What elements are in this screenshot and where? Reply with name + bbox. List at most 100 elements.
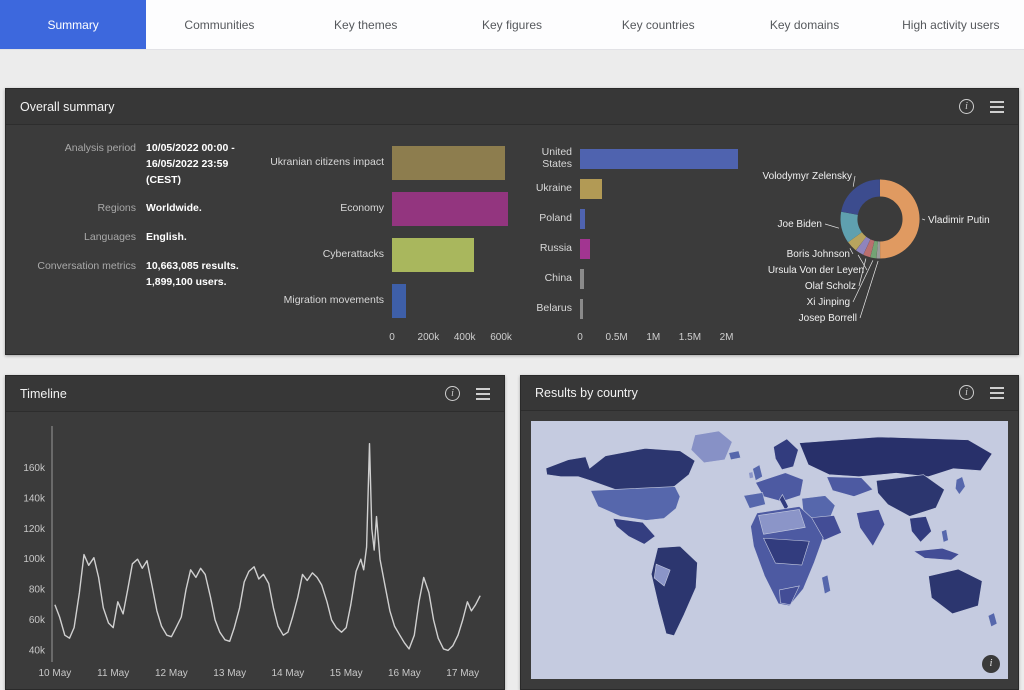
field-row: Conversation metrics 10,663,085 results.…	[24, 259, 264, 291]
bar-row: Belarus	[512, 294, 750, 324]
map-region-scandinavia[interactable]	[773, 439, 798, 470]
donut-slice[interactable]	[855, 237, 861, 243]
bar-track	[580, 264, 750, 294]
donut-slice[interactable]	[850, 188, 880, 213]
x-axis-tick: 16 May	[388, 668, 421, 679]
x-axis: 00.5M1M1.5M2M	[580, 330, 750, 346]
bar-row: United States	[512, 144, 750, 174]
tab-key-countries[interactable]: Key countries	[585, 0, 731, 49]
map-region-southeast-asia[interactable]	[910, 516, 932, 542]
panel-title: Timeline	[20, 387, 67, 401]
panel-icons: i	[959, 99, 1004, 114]
bar-track	[580, 234, 750, 264]
map-region-greenland[interactable]	[691, 431, 732, 463]
tab-key-figures[interactable]: Key figures	[439, 0, 585, 49]
donut-slice[interactable]	[872, 249, 877, 250]
info-icon[interactable]: i	[445, 386, 460, 401]
panel-icons: i	[959, 385, 1004, 400]
field-label: Analysis period	[24, 141, 136, 188]
bar-category-label: Ukraine	[512, 183, 580, 195]
bar-category-label: Economy	[264, 203, 392, 215]
panel-title: Overall summary	[20, 100, 114, 114]
tab-high-activity-users[interactable]: High activity users	[878, 0, 1024, 49]
map-region-ireland[interactable]	[749, 471, 754, 478]
menu-icon[interactable]	[990, 387, 1004, 399]
map-region-canada[interactable]	[546, 448, 695, 491]
map-region-china[interactable]	[876, 474, 944, 516]
x-axis-tick: 12 May	[155, 668, 188, 679]
map-region-iceland[interactable]	[729, 450, 741, 459]
field-row: Regions Worldwide.	[24, 201, 264, 217]
info-icon[interactable]: i	[959, 385, 974, 400]
map-region-japan[interactable]	[955, 476, 965, 494]
donut-leader-line	[922, 219, 925, 220]
bar[interactable]	[392, 146, 505, 180]
donut-leader-line	[825, 224, 839, 228]
map-region-australia[interactable]	[929, 569, 983, 614]
map-region-indonesia[interactable]	[914, 548, 960, 560]
bar[interactable]	[580, 179, 602, 199]
map-region-russia[interactable]	[799, 437, 992, 477]
map-region-kazakhstan[interactable]	[827, 476, 873, 496]
bar-row: Economy	[264, 186, 512, 232]
donut-label: Ursula Von der Leyen	[768, 265, 864, 276]
map-region-south-america[interactable]	[651, 546, 697, 635]
map-region-uk[interactable]	[753, 464, 763, 480]
map-region-new-zealand[interactable]	[988, 612, 997, 626]
x-axis-tick: 400k	[454, 332, 476, 343]
bar-track	[580, 174, 750, 204]
x-axis-tick: 1M	[646, 332, 660, 343]
panel-icons: i	[445, 386, 490, 401]
bar[interactable]	[392, 238, 474, 272]
bar[interactable]	[580, 149, 738, 169]
donut-slice[interactable]	[880, 188, 911, 250]
donut-slice[interactable]	[867, 247, 872, 249]
field-value: 10/05/2022 00:00 - 16/05/2022 23:59 (CES…	[146, 141, 258, 188]
info-icon[interactable]: i	[959, 99, 974, 114]
panel-title: Results by country	[535, 386, 638, 400]
map-attribution-info-icon[interactable]: i	[982, 655, 1000, 673]
menu-icon[interactable]	[476, 388, 490, 400]
tab-summary[interactable]: Summary	[0, 0, 146, 49]
bar-track	[392, 140, 512, 186]
map-region-india[interactable]	[856, 509, 884, 546]
y-axis-tick: 120k	[23, 524, 46, 535]
map-region-mexico[interactable]	[613, 518, 655, 544]
tab-communities[interactable]: Communities	[146, 0, 292, 49]
tab-key-themes[interactable]: Key themes	[293, 0, 439, 49]
bar[interactable]	[392, 284, 406, 318]
map-region-madagascar[interactable]	[822, 575, 831, 594]
overall-summary-body: Analysis period 10/05/2022 00:00 - 16/05…	[6, 125, 1018, 354]
bar-category-label: Poland	[512, 213, 580, 225]
x-axis-tick: 0.5M	[606, 332, 628, 343]
bar-row: Ukranian citizens impact	[264, 140, 512, 186]
summary-fields: Analysis period 10/05/2022 00:00 - 16/05…	[24, 125, 264, 354]
bar[interactable]	[580, 269, 584, 289]
map-region-philippines[interactable]	[941, 529, 948, 542]
bar[interactable]	[392, 192, 508, 226]
menu-icon[interactable]	[990, 101, 1004, 113]
bar[interactable]	[580, 299, 583, 319]
donut-slice[interactable]	[849, 213, 855, 237]
x-axis-tick: 600k	[490, 332, 512, 343]
timeline-series-line	[55, 444, 480, 651]
map-body: i	[521, 411, 1018, 689]
bar[interactable]	[580, 209, 585, 229]
donut-label: Boris Johnson	[787, 249, 850, 260]
x-axis-tick: 13 May	[213, 668, 246, 679]
x-axis-tick: 10 May	[39, 668, 72, 679]
bar-category-label: Ukranian citizens impact	[264, 157, 392, 169]
map-region-usa[interactable]	[591, 486, 680, 520]
key-figures-donut-chart: Vladimir PutinJosep BorrellXi JinpingOla…	[750, 125, 1000, 354]
y-axis-tick: 40k	[29, 645, 46, 656]
bar[interactable]	[580, 239, 590, 259]
map-region-spain[interactable]	[744, 492, 766, 508]
donut-label: Vladimir Putin	[928, 215, 990, 226]
panel-header: Timeline i	[6, 376, 504, 412]
top-tab-bar: Summary Communities Key themes Key figur…	[0, 0, 1024, 50]
tab-key-domains[interactable]: Key domains	[731, 0, 877, 49]
x-axis-tick: 200k	[418, 332, 440, 343]
world-map[interactable]	[531, 421, 1008, 679]
donut-slice[interactable]	[861, 244, 867, 247]
donut-leader-line	[850, 248, 853, 254]
